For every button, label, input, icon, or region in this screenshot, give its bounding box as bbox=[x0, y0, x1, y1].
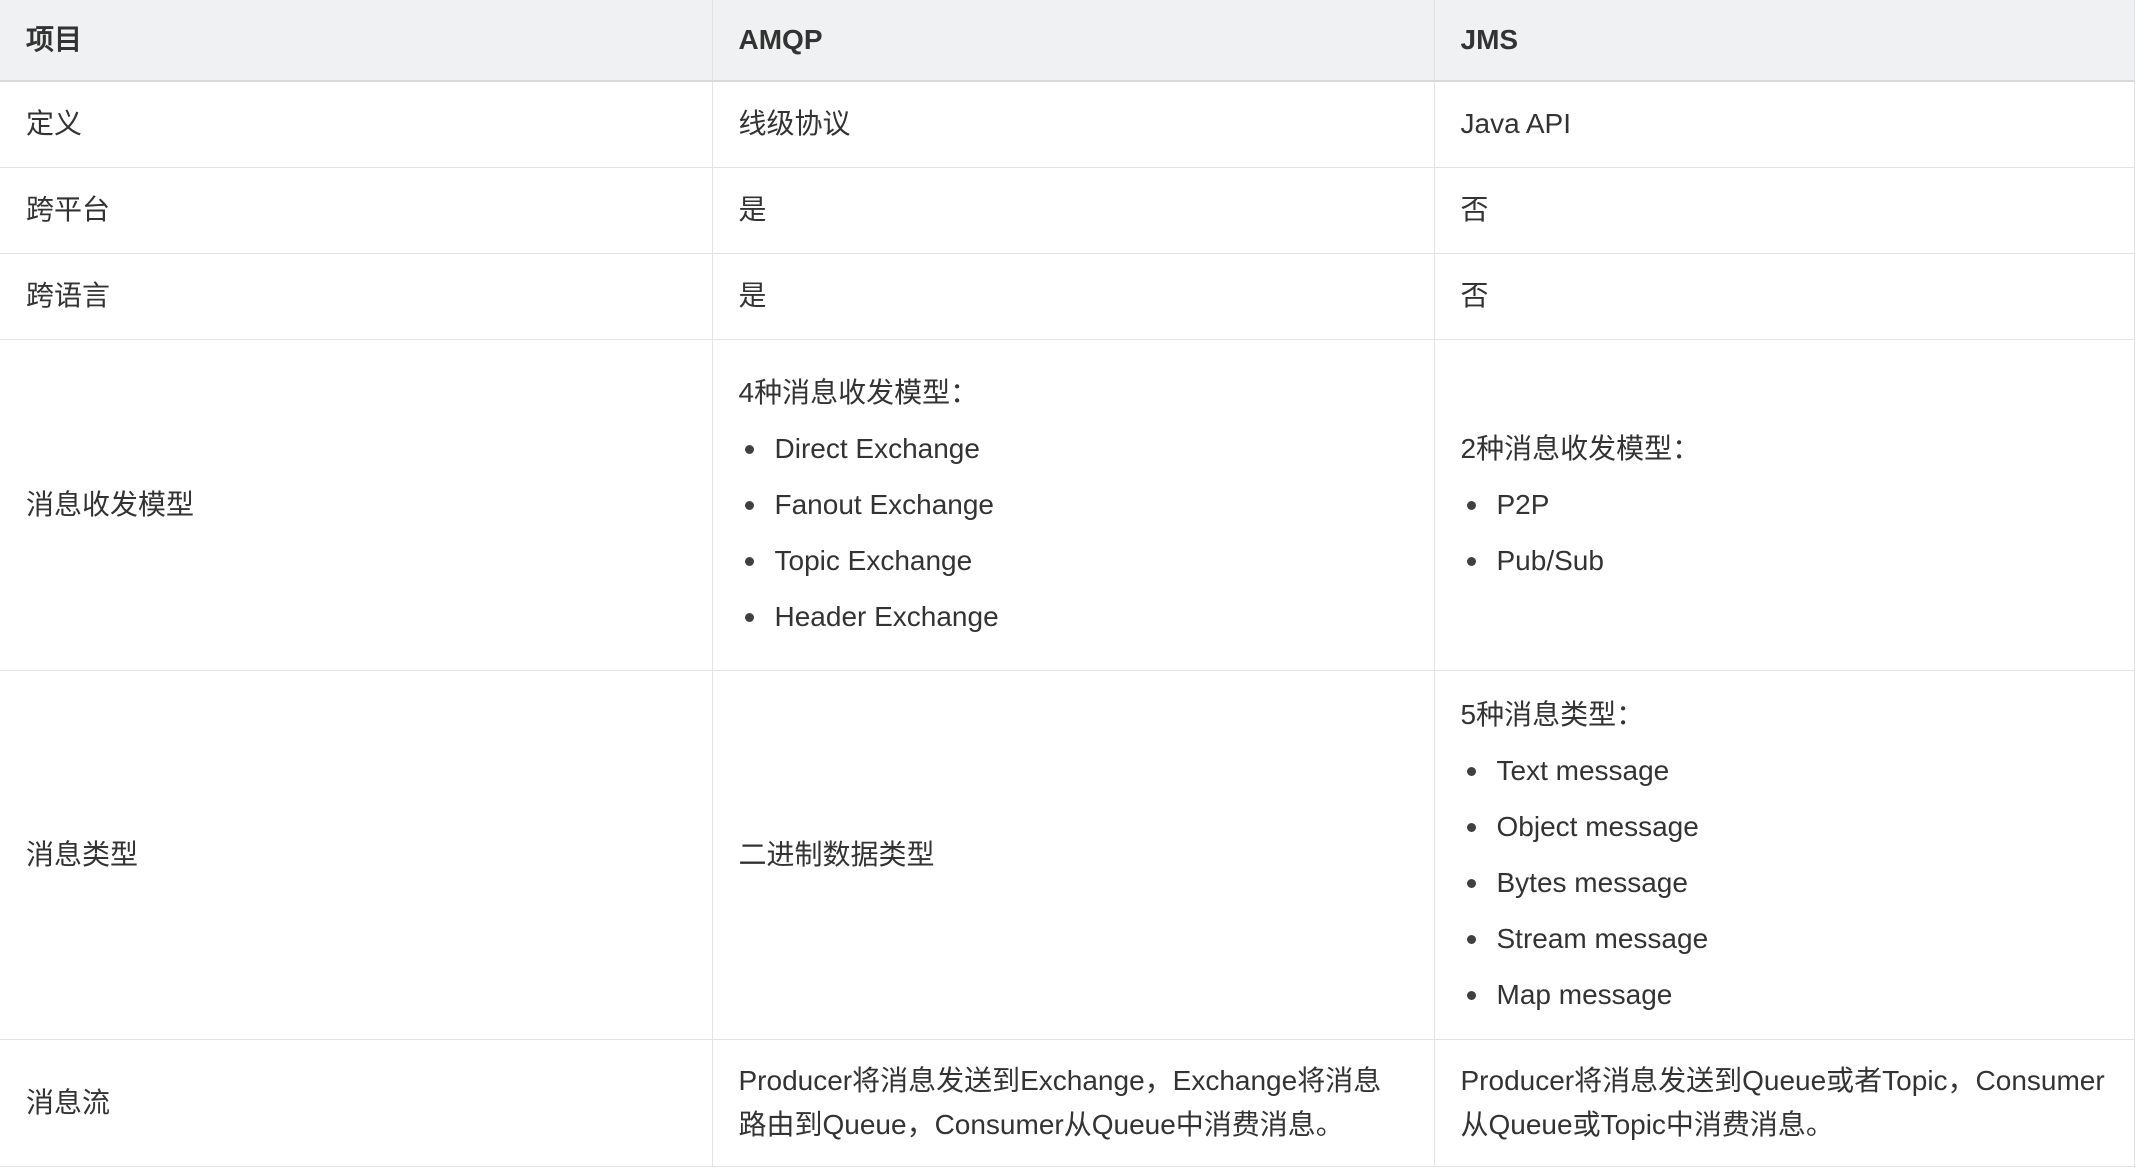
cell-message-type-amqp: 二进制数据类型 bbox=[712, 670, 1434, 1039]
cell-messaging-model-amqp: 4种消息收发模型： Direct Exchange Fanout Exchange… bbox=[712, 339, 1434, 670]
cell-definition-item: 定义 bbox=[0, 81, 712, 167]
list-item: Stream message bbox=[1497, 917, 2108, 961]
jms-type-intro: 5种消息类型： bbox=[1461, 693, 2108, 737]
list-item: Direct Exchange bbox=[775, 427, 1408, 471]
jms-type-list: Text message Object message Bytes message S… bbox=[1461, 749, 2108, 1017]
cell-messaging-model-jms: 2种消息收发模型： P2P Pub/Sub bbox=[1434, 339, 2134, 670]
header-cell-amqp: AMQP bbox=[712, 0, 1434, 81]
list-item: Topic Exchange bbox=[775, 539, 1408, 583]
cell-cross-platform-item: 跨平台 bbox=[0, 167, 712, 253]
header-cell-item: 项目 bbox=[0, 0, 712, 81]
list-item: P2P bbox=[1497, 483, 2108, 527]
jms-model-intro: 2种消息收发模型： bbox=[1461, 427, 2108, 471]
cell-message-flow-item: 消息流 bbox=[0, 1039, 712, 1166]
amqp-model-list: Direct Exchange Fanout Exchange Topic Exch… bbox=[739, 427, 1408, 639]
row-message-type: 消息类型 二进制数据类型 5种消息类型： Text message Object … bbox=[0, 670, 2134, 1039]
cell-definition-amqp: 线级协议 bbox=[712, 81, 1434, 167]
list-item: Map message bbox=[1497, 973, 2108, 1017]
list-item: Bytes message bbox=[1497, 861, 2108, 905]
cell-definition-jms: Java API bbox=[1434, 81, 2134, 167]
row-messaging-model: 消息收发模型 4种消息收发模型： Direct Exchange Fanout E… bbox=[0, 339, 2134, 670]
cell-message-type-jms: 5种消息类型： Text message Object message Bytes … bbox=[1434, 670, 2134, 1039]
list-item: Text message bbox=[1497, 749, 2108, 793]
cell-message-flow-amqp: Producer将消息发送到Exchange，Exchange将消息路由到Que… bbox=[712, 1039, 1434, 1166]
list-item: Header Exchange bbox=[775, 595, 1408, 639]
cell-cross-language-jms: 否 bbox=[1434, 253, 2134, 339]
cell-cross-language-amqp: 是 bbox=[712, 253, 1434, 339]
cell-messaging-model-item: 消息收发模型 bbox=[0, 339, 712, 670]
list-item: Object message bbox=[1497, 805, 2108, 849]
cell-message-flow-jms: Producer将消息发送到Queue或者Topic，Consumer从Queu… bbox=[1434, 1039, 2134, 1166]
row-definition: 定义 线级协议 Java API bbox=[0, 81, 2134, 167]
list-item: Fanout Exchange bbox=[775, 483, 1408, 527]
comparison-table: 项目 AMQP JMS 定义 线级协议 Java API 跨平台 是 否 跨语言… bbox=[0, 0, 2135, 1167]
cell-cross-platform-jms: 否 bbox=[1434, 167, 2134, 253]
jms-model-list: P2P Pub/Sub bbox=[1461, 483, 2108, 583]
header-row: 项目 AMQP JMS bbox=[0, 0, 2134, 81]
list-item: Pub/Sub bbox=[1497, 539, 2108, 583]
cell-message-type-item: 消息类型 bbox=[0, 670, 712, 1039]
cell-cross-platform-amqp: 是 bbox=[712, 167, 1434, 253]
cell-cross-language-item: 跨语言 bbox=[0, 253, 712, 339]
header-cell-jms: JMS bbox=[1434, 0, 2134, 81]
amqp-model-intro: 4种消息收发模型： bbox=[739, 371, 1408, 415]
row-cross-language: 跨语言 是 否 bbox=[0, 253, 2134, 339]
row-cross-platform: 跨平台 是 否 bbox=[0, 167, 2134, 253]
row-message-flow: 消息流 Producer将消息发送到Exchange，Exchange将消息路由… bbox=[0, 1039, 2134, 1166]
